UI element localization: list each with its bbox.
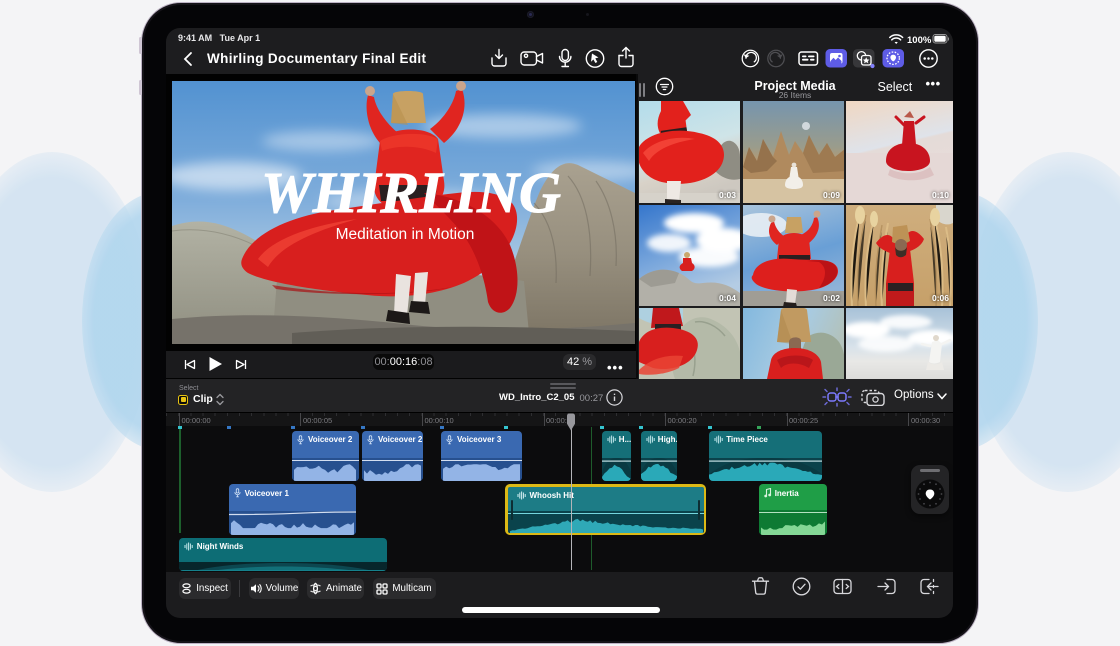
svg-text:Meditation in Motion: Meditation in Motion [336,226,475,243]
svg-text:WHIRLING: WHIRLING [261,160,561,225]
